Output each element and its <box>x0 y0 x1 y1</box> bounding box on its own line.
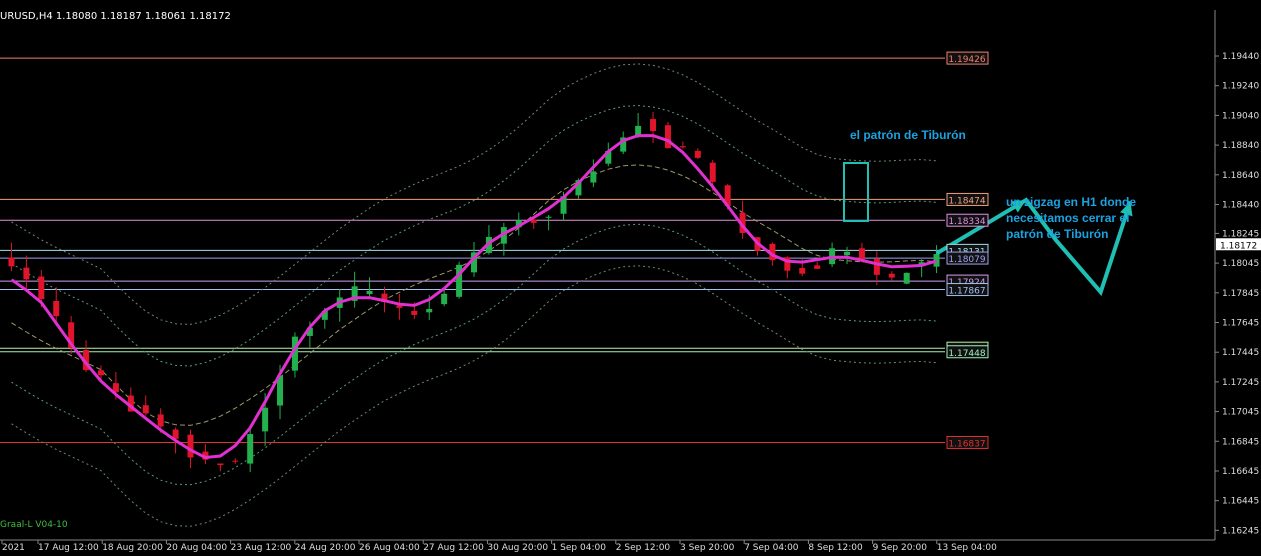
candle-body <box>157 414 164 427</box>
candle-body <box>232 460 239 462</box>
candle-body <box>814 265 821 269</box>
zigzag-annotation: un zigzag en H1 donde necesitamos cerrar… <box>1006 194 1136 242</box>
time-tick-label: 17 Aug 12:00 <box>38 543 99 552</box>
candle-body <box>142 405 149 414</box>
price-tick-label: 1.16245 <box>1222 526 1259 536</box>
price-tick-label: 1.18045 <box>1222 259 1259 269</box>
candle-body <box>545 216 552 218</box>
level-label: 1.17867 <box>948 287 985 297</box>
candle-body <box>664 125 671 149</box>
zigzag-annotation-line: necesitamos cerrar el <box>1006 211 1130 225</box>
time-tick-label: 30 Aug 20:00 <box>487 543 548 552</box>
price-tick-label: 1.18245 <box>1222 229 1259 239</box>
candle-body <box>650 119 657 132</box>
chart-area[interactable]: 1.19440 1.19240 1.19040 1.18840 1.18640 1.184… <box>0 0 1261 553</box>
candle-body <box>53 300 60 317</box>
time-tick-label: 3 Sep 20:00 <box>680 543 735 552</box>
time-tick-label: 8 Sep 12:00 <box>808 543 863 552</box>
time-tick-label: 24 Aug 20:00 <box>295 543 356 552</box>
symbol-info: URUSD,H4 1.18080 1.18187 1.18061 1.18172 <box>0 11 231 22</box>
candle-body <box>366 290 373 295</box>
price-tick-label: 1.16445 <box>1222 497 1259 507</box>
level-label: 1.18474 <box>948 196 985 206</box>
candle-body <box>844 251 851 256</box>
time-tick-label: 2 Sep 12:00 <box>616 543 671 552</box>
current-price-label: 1.18172 <box>1220 241 1257 251</box>
candle-body <box>441 293 448 305</box>
candle-body <box>247 434 254 464</box>
time-tick-label: 13 Sep 04:00 <box>937 543 997 552</box>
price-tick-label: 1.18640 <box>1222 171 1259 181</box>
price-tick-label: 1.19440 <box>1222 52 1259 62</box>
price-tick-label: 1.17045 <box>1222 408 1259 418</box>
candle-body <box>38 276 45 300</box>
candle-body <box>799 267 806 274</box>
candle-body <box>426 308 433 313</box>
time-tick-label: 26 Aug 04:00 <box>359 543 420 552</box>
time-tick-label: 18 Aug 20:00 <box>102 543 163 552</box>
level-label: 1.17448 <box>948 349 985 359</box>
price-tick-label: 1.19240 <box>1222 82 1259 92</box>
price-tick-label: 1.17245 <box>1222 378 1259 388</box>
candle-body <box>411 310 418 315</box>
candle-body <box>590 171 597 183</box>
candle-body <box>903 272 910 284</box>
candle-body <box>456 264 463 297</box>
candle-body <box>187 434 194 458</box>
zigzag-annotation-line: patrón de Tiburón <box>1006 227 1109 241</box>
candle-body <box>858 248 865 260</box>
zigzag-annotation-line: un zigzag en H1 donde <box>1006 195 1137 209</box>
price-tick-label: 1.18840 <box>1222 141 1259 151</box>
level-label: 1.16837 <box>948 439 985 449</box>
time-tick-label: 2021 <box>2 543 25 552</box>
price-tick-label: 1.18440 <box>1222 200 1259 210</box>
candle-body <box>8 257 15 267</box>
candle-body <box>262 407 269 432</box>
price-tick-label: 1.17445 <box>1222 348 1259 358</box>
price-tick-label: 1.17845 <box>1222 289 1259 299</box>
candle-body <box>694 150 701 158</box>
time-tick-label: 1 Sep 04:00 <box>552 543 607 552</box>
time-tick-label: 27 Aug 12:00 <box>423 543 484 552</box>
price-tick-label: 1.17645 <box>1222 319 1259 329</box>
candle-body <box>97 370 104 376</box>
time-tick-label: 20 Aug 04:00 <box>166 543 227 552</box>
indicator-label: Graal-L V04-10 <box>0 520 68 530</box>
shark-pattern-annotation: el patrón de Tiburón <box>850 128 966 142</box>
time-tick-label: 7 Sep 04:00 <box>744 543 799 552</box>
price-chart[interactable]: 1.19440 1.19240 1.19040 1.18840 1.18640 1.184… <box>0 0 1261 553</box>
time-tick-label: 23 Aug 12:00 <box>231 543 292 552</box>
candle-body <box>873 258 880 275</box>
price-tick-label: 1.19040 <box>1222 111 1259 121</box>
candle-body <box>679 146 686 148</box>
candle-body <box>888 273 895 278</box>
level-label: 1.19426 <box>948 55 985 65</box>
candle-body <box>217 463 224 466</box>
time-tick-label: 9 Sep 20:00 <box>873 543 928 552</box>
level-label: 1.18079 <box>948 255 985 265</box>
candle-body <box>23 267 30 280</box>
candle-body <box>709 162 716 182</box>
level-label: 1.18334 <box>948 217 985 227</box>
price-tick-label: 1.16645 <box>1222 467 1259 477</box>
price-tick-label: 1.16845 <box>1222 437 1259 447</box>
